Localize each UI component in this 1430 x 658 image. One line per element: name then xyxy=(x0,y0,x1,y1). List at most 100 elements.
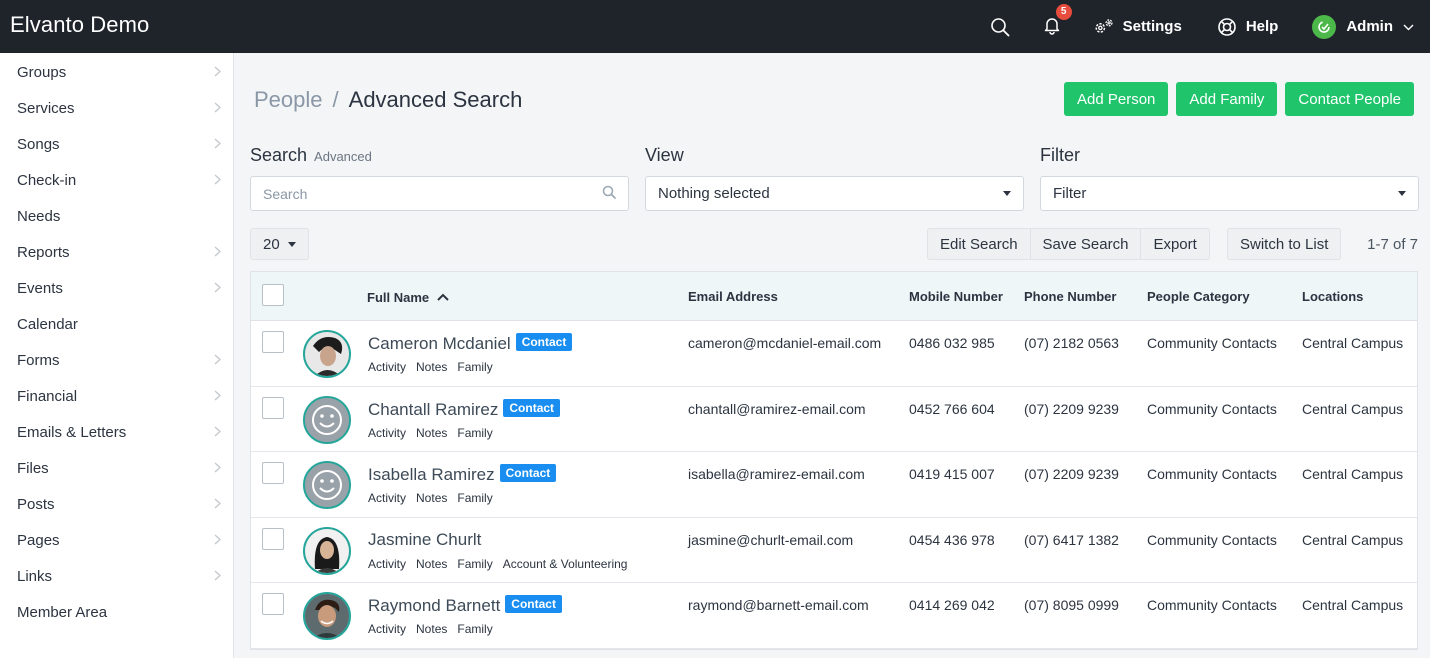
family-link[interactable]: Family xyxy=(457,360,492,374)
per-page-value: 20 xyxy=(263,235,280,253)
account-volunteering-link[interactable]: Account & Volunteering xyxy=(503,557,628,571)
switch-to-list-button[interactable]: Switch to List xyxy=(1227,228,1342,260)
notes-link[interactable]: Notes xyxy=(416,557,447,571)
location-cell: Central Campus xyxy=(1302,597,1404,613)
chevron-right-icon xyxy=(214,173,221,188)
sidebar-item-financial[interactable]: Financial xyxy=(0,378,233,414)
row-checkbox[interactable] xyxy=(262,396,284,419)
activity-link[interactable]: Activity xyxy=(368,557,406,571)
sidebar-item-emails-letters[interactable]: Emails & Letters xyxy=(0,414,233,450)
add-family-button[interactable]: Add Family xyxy=(1176,82,1278,116)
phone-column-header[interactable]: Phone Number xyxy=(1024,289,1116,304)
person-avatar[interactable] xyxy=(303,526,351,575)
person-name-link[interactable]: Isabella Ramirez xyxy=(368,465,495,484)
row-checkbox[interactable] xyxy=(262,462,284,484)
row-checkbox[interactable] xyxy=(262,527,284,550)
table-row[interactable]: Chantall Ramirez Contact Activity Notes Fami… xyxy=(251,387,1417,452)
sidebar-item-posts[interactable]: Posts xyxy=(0,486,233,522)
table-row[interactable]: Isabella Ramirez Contact Activity Notes Fami… xyxy=(251,452,1417,518)
top-bar: Elvanto Demo 5 Settings Help Admin xyxy=(0,0,1430,53)
notes-link[interactable]: Notes xyxy=(416,360,447,374)
sidebar-item-songs[interactable]: Songs xyxy=(0,126,233,162)
table-row[interactable]: Jasmine Churlt Activity Notes Family Account… xyxy=(251,518,1417,583)
sidebar-item-label: Pages xyxy=(17,531,60,549)
sidebar-item-links[interactable]: Links xyxy=(0,558,233,594)
table-row[interactable]: Raymond Barnett Contact Activity Notes Famil… xyxy=(251,583,1417,649)
category-column-header[interactable]: People Category xyxy=(1147,289,1250,304)
edit-search-button[interactable]: Edit Search xyxy=(927,228,1031,260)
sidebar-item-forms[interactable]: Forms xyxy=(0,342,233,378)
person-name-link[interactable]: Raymond Barnett xyxy=(368,596,500,615)
notes-link[interactable]: Notes xyxy=(416,622,447,636)
app-title[interactable]: Elvanto Demo xyxy=(10,12,149,38)
sidebar-item-groups[interactable]: Groups xyxy=(0,54,233,90)
notes-link[interactable]: Notes xyxy=(416,426,447,440)
export-button[interactable]: Export xyxy=(1141,228,1210,260)
mobile-cell: 0419 415 007 xyxy=(909,466,995,482)
sidebar-item-check-in[interactable]: Check-in xyxy=(0,162,233,198)
sidebar-item-events[interactable]: Events xyxy=(0,270,233,306)
phone-cell: (07) 6417 1382 xyxy=(1024,531,1119,548)
activity-link[interactable]: Activity xyxy=(368,491,406,505)
family-link[interactable]: Family xyxy=(457,426,492,440)
family-link[interactable]: Family xyxy=(457,622,492,636)
sidebar-item-services[interactable]: Services xyxy=(0,90,233,126)
save-search-button[interactable]: Save Search xyxy=(1030,228,1142,260)
search-input[interactable]: Search xyxy=(250,176,629,211)
email-cell: raymond@barnett-email.com xyxy=(688,597,869,613)
help-link[interactable]: Help xyxy=(1216,16,1278,38)
activity-link[interactable]: Activity xyxy=(368,360,406,374)
person-avatar[interactable] xyxy=(303,461,351,509)
sidebar-item-label: Check-in xyxy=(17,171,77,189)
notes-link[interactable]: Notes xyxy=(416,491,447,505)
select-all-checkbox[interactable] xyxy=(262,284,284,306)
notifications-button[interactable]: 5 xyxy=(1041,3,1072,40)
per-page-select[interactable]: 20 xyxy=(250,228,309,260)
activity-link[interactable]: Activity xyxy=(368,622,406,636)
table-row[interactable]: Cameron Mcdaniel Contact Activity Notes Fami… xyxy=(251,321,1417,387)
family-link[interactable]: Family xyxy=(457,557,492,571)
activity-link[interactable]: Activity xyxy=(368,426,406,440)
sidebar-item-label: Financial xyxy=(17,387,78,405)
user-menu[interactable]: Admin xyxy=(1312,14,1414,39)
user-name: Admin xyxy=(1346,18,1393,35)
person-quick-links: Activity Notes Family xyxy=(368,491,503,505)
person-avatar[interactable] xyxy=(303,330,351,378)
phone-cell: (07) 2209 9239 xyxy=(1024,400,1119,417)
row-checkbox[interactable] xyxy=(262,331,284,353)
phone-cell: (07) 2209 9239 xyxy=(1024,466,1119,482)
search-icon[interactable] xyxy=(989,16,1011,38)
locations-column-header[interactable]: Locations xyxy=(1302,289,1363,304)
chevron-right-icon xyxy=(214,101,221,116)
sidebar-item-pages[interactable]: Pages xyxy=(0,522,233,558)
sidebar-item-reports[interactable]: Reports xyxy=(0,234,233,270)
filter-select[interactable]: Filter xyxy=(1040,176,1419,211)
person-name-link[interactable]: Chantall Ramirez xyxy=(368,400,498,419)
search-actions-group: Edit Search Save Search Export xyxy=(927,228,1210,260)
settings-label: Settings xyxy=(1122,18,1182,35)
breadcrumb-separator: / xyxy=(332,87,339,112)
person-avatar[interactable] xyxy=(303,592,351,640)
full-name-column-header[interactable]: Full Name xyxy=(367,289,449,305)
mobile-column-header[interactable]: Mobile Number xyxy=(909,289,1003,304)
contact-people-button[interactable]: Contact People xyxy=(1285,82,1414,116)
person-avatar[interactable] xyxy=(303,395,351,444)
sidebar-item-files[interactable]: Files xyxy=(0,450,233,486)
sidebar-item-member-area[interactable]: Member Area xyxy=(0,594,233,630)
person-name-link[interactable]: Cameron Mcdaniel xyxy=(368,334,511,353)
person-name-link[interactable]: Jasmine Churlt xyxy=(368,530,481,549)
view-select[interactable]: Nothing selected xyxy=(645,176,1024,211)
row-checkbox[interactable] xyxy=(262,593,284,615)
add-person-button[interactable]: Add Person xyxy=(1064,82,1169,116)
sidebar-item-calendar[interactable]: Calendar xyxy=(0,306,233,342)
chevron-right-icon xyxy=(214,389,221,404)
family-link[interactable]: Family xyxy=(457,491,492,505)
chevron-right-icon xyxy=(214,569,221,584)
email-column-header[interactable]: Email Address xyxy=(688,289,778,304)
notification-badge: 5 xyxy=(1055,3,1072,20)
top-bar-actions: 5 Settings Help Admin xyxy=(989,0,1414,53)
page-title: Advanced Search xyxy=(348,87,523,112)
breadcrumb-people-link[interactable]: People xyxy=(254,87,323,112)
settings-link[interactable]: Settings xyxy=(1093,16,1182,38)
sidebar-item-needs[interactable]: Needs xyxy=(0,198,233,234)
